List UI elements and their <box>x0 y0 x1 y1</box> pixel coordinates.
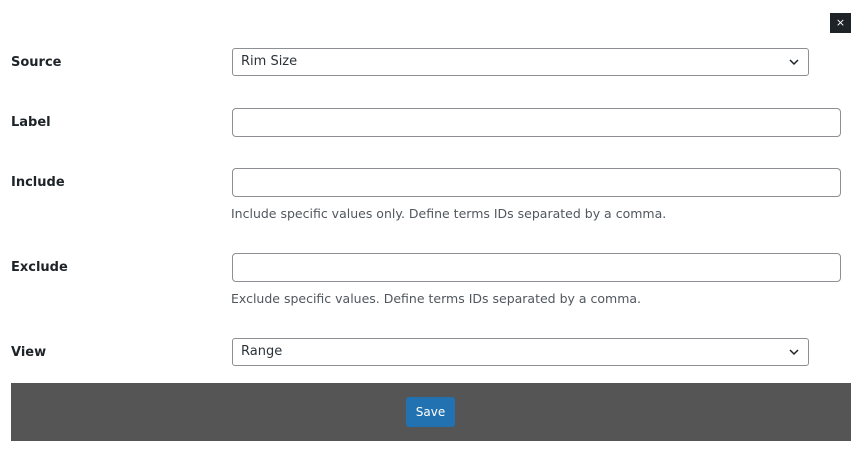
chevron-down-icon <box>789 349 799 356</box>
source-select-value: Rim Size <box>241 54 298 69</box>
source-select[interactable]: Rim Size <box>232 48 809 76</box>
label-input[interactable] <box>232 108 841 137</box>
label-label: Label <box>11 115 51 130</box>
exclude-help-text: Exclude specific values. Define terms ID… <box>231 291 642 306</box>
include-input[interactable] <box>232 168 841 197</box>
close-icon: × <box>835 16 846 29</box>
include-help-text: Include specific values only. Define ter… <box>231 206 667 221</box>
view-label: View <box>11 345 47 360</box>
exclude-input[interactable] <box>232 253 841 282</box>
source-label: Source <box>11 55 62 70</box>
footer-bar: Save <box>11 383 851 441</box>
view-select[interactable]: Range <box>232 338 809 366</box>
view-select-value: Range <box>241 344 283 359</box>
exclude-label: Exclude <box>11 260 68 275</box>
save-button[interactable]: Save <box>406 397 455 427</box>
include-label: Include <box>11 175 65 190</box>
chevron-down-icon <box>789 59 799 66</box>
close-button[interactable]: × <box>830 13 851 33</box>
